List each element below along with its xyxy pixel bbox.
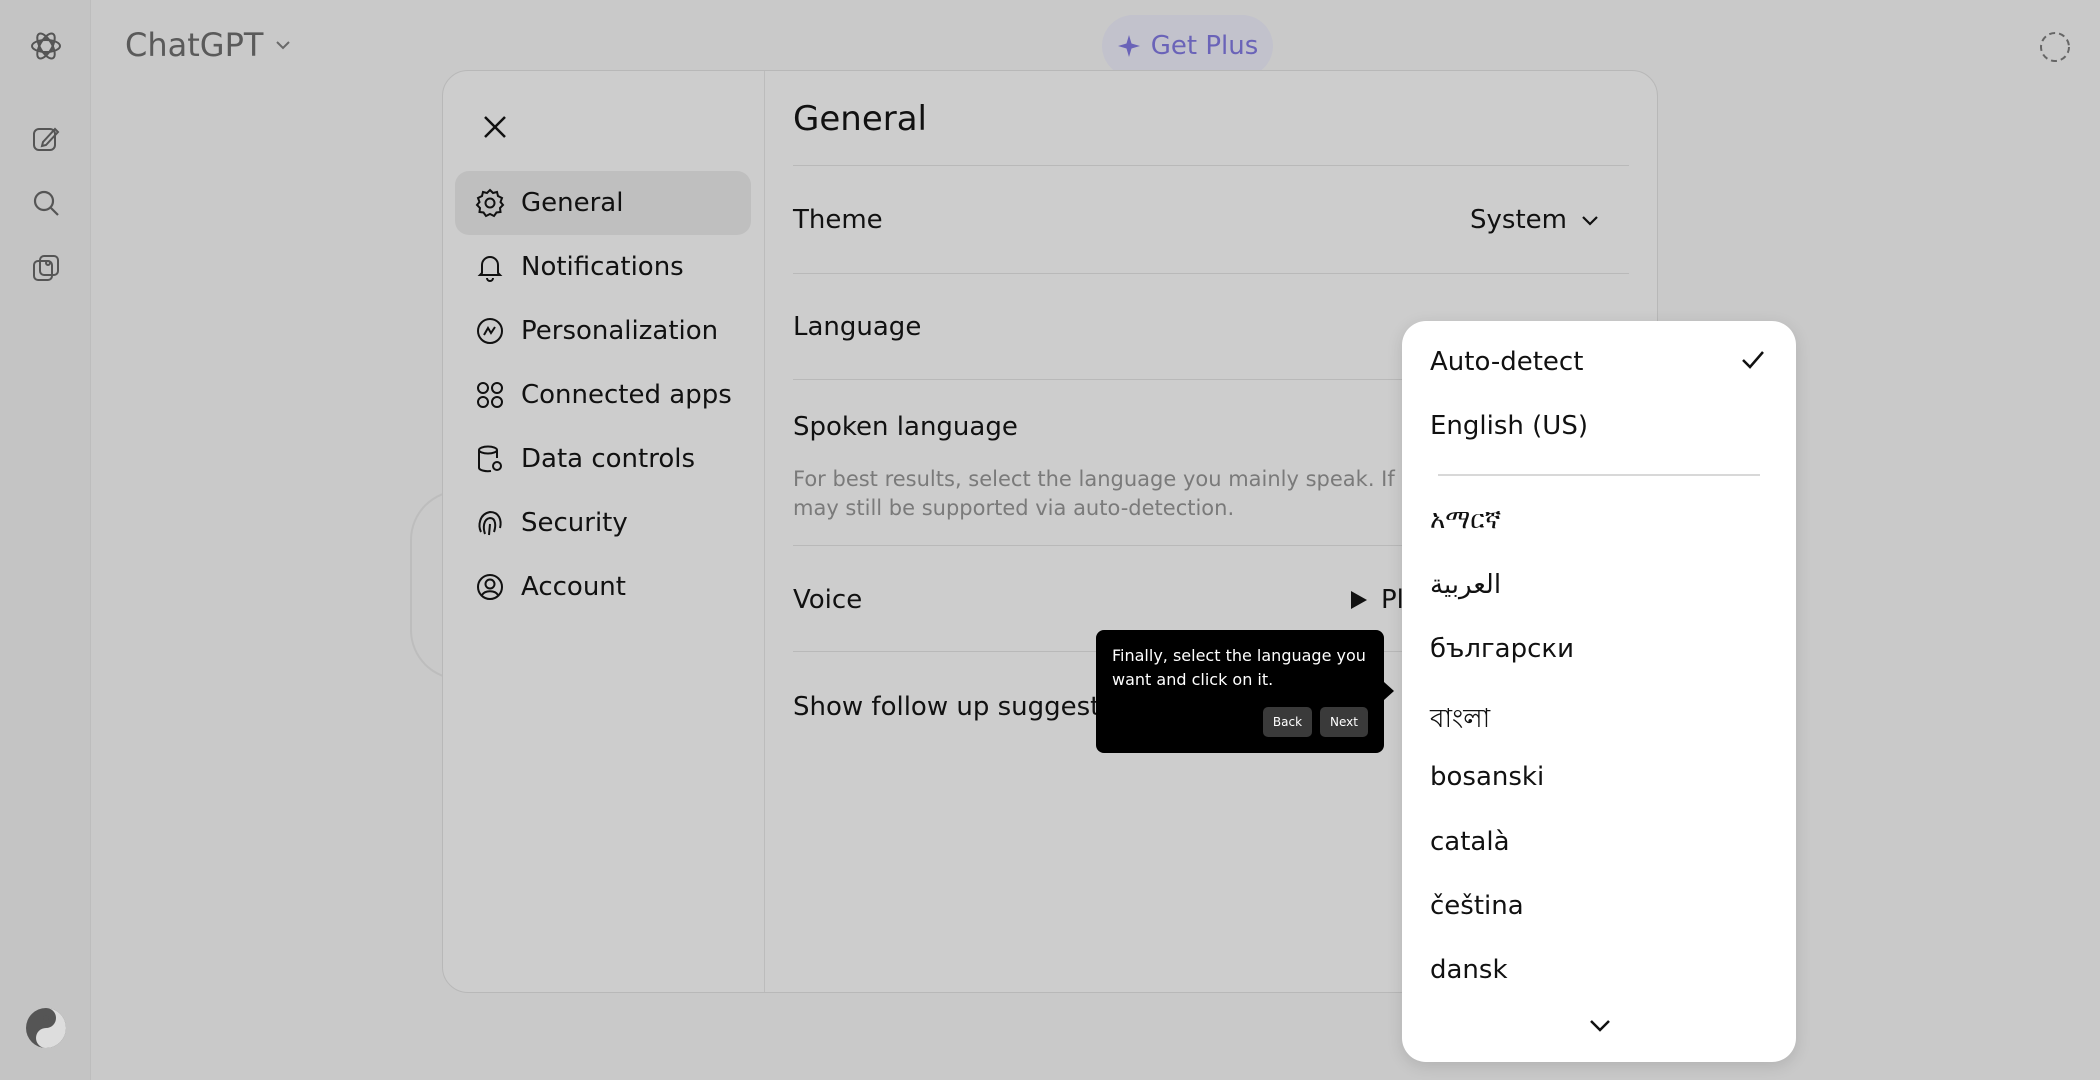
sidebar-item-label: Notifications [521,252,684,282]
chevron-down-icon [1582,216,1598,226]
gear-icon [475,188,505,218]
tooltip-next-button[interactable]: Next [1320,707,1368,737]
language-option[interactable]: bosanski [1430,762,1544,792]
divider [793,165,1629,166]
scroll-down-chevron-icon[interactable] [1585,1014,1615,1038]
theme-value: System [1470,205,1567,235]
language-option[interactable]: dansk [1430,955,1508,985]
divider [793,273,1629,274]
fingerprint-icon [475,508,505,538]
sidebar-item-personalization[interactable]: Personalization [455,299,751,363]
page-title: General [793,99,927,139]
voice-play-button[interactable]: Pl [1347,585,1404,615]
bell-icon [475,252,505,282]
chevron-down-icon [276,41,291,50]
get-plus-label: Get Plus [1150,31,1259,61]
apps-icon [475,380,505,410]
openai-logo-icon[interactable] [26,26,66,66]
tour-tooltip: Finally, select the language you want an… [1096,630,1394,753]
left-rail [0,0,91,1080]
personalization-icon [475,316,505,346]
new-chat-icon[interactable] [26,119,66,159]
spoken-language-hint: For best results, select the language yo… [793,467,1433,520]
sidebar-item-label: Data controls [521,444,696,474]
app-title: ChatGPT [125,26,264,64]
follow-up-label: Show follow up suggestion [793,692,1140,722]
language-dropdown: Auto-detect English (US) አማርኛ العربية бъ… [1402,321,1796,1062]
dropdown-divider [1438,474,1760,476]
language-option[interactable]: አማርኛ [1430,505,1501,536]
settings-sidebar: General Notifications Personalization Co… [443,71,765,992]
sparkle-icon [1117,35,1140,57]
sidebar-item-label: General [521,188,624,218]
language-option[interactable]: català [1430,827,1510,857]
language-option[interactable]: čeština [1430,891,1524,921]
library-icon[interactable] [26,248,66,288]
close-icon [484,116,506,138]
sidebar-item-label: Security [521,508,628,538]
language-option[interactable]: English (US) [1430,411,1588,441]
search-icon[interactable] [26,183,66,223]
sidebar-item-label: Account [521,572,626,602]
settings-nav: General Notifications Personalization Co… [455,171,751,619]
user-circle-icon [475,572,505,602]
sidebar-item-general[interactable]: General [455,171,751,235]
spoken-language-label: Spoken language [793,412,1018,442]
language-option[interactable]: български [1430,634,1574,664]
model-selector[interactable]: ChatGPT [125,26,293,64]
database-icon [475,444,505,474]
language-option[interactable]: العربية [1430,570,1501,600]
temporary-chat-icon[interactable] [2038,30,2072,64]
sidebar-item-label: Connected apps [521,380,732,410]
tooltip-text: Finally, select the language you want an… [1112,646,1366,689]
sidebar-item-security[interactable]: Security [455,491,751,555]
avatar[interactable] [24,1006,68,1050]
sidebar-item-data-controls[interactable]: Data controls [455,427,751,491]
language-option-auto-detect[interactable]: Auto-detect [1430,347,1583,377]
checkmark-icon [1742,351,1764,369]
sidebar-item-account[interactable]: Account [455,555,751,619]
theme-label: Theme [793,205,883,235]
sidebar-item-label: Personalization [521,316,719,346]
theme-select[interactable]: System [1470,205,1601,235]
voice-label: Voice [793,585,863,615]
sidebar-item-connected-apps[interactable]: Connected apps [455,363,751,427]
play-icon [1351,591,1367,609]
get-plus-button[interactable]: Get Plus [1102,15,1273,77]
close-button[interactable] [475,107,515,147]
language-option[interactable]: বাংলা [1430,698,1490,742]
voice-play-label: Pl [1381,585,1404,615]
tooltip-back-button[interactable]: Back [1262,707,1313,737]
sidebar-item-notifications[interactable]: Notifications [455,235,751,299]
language-label: Language [793,312,922,342]
